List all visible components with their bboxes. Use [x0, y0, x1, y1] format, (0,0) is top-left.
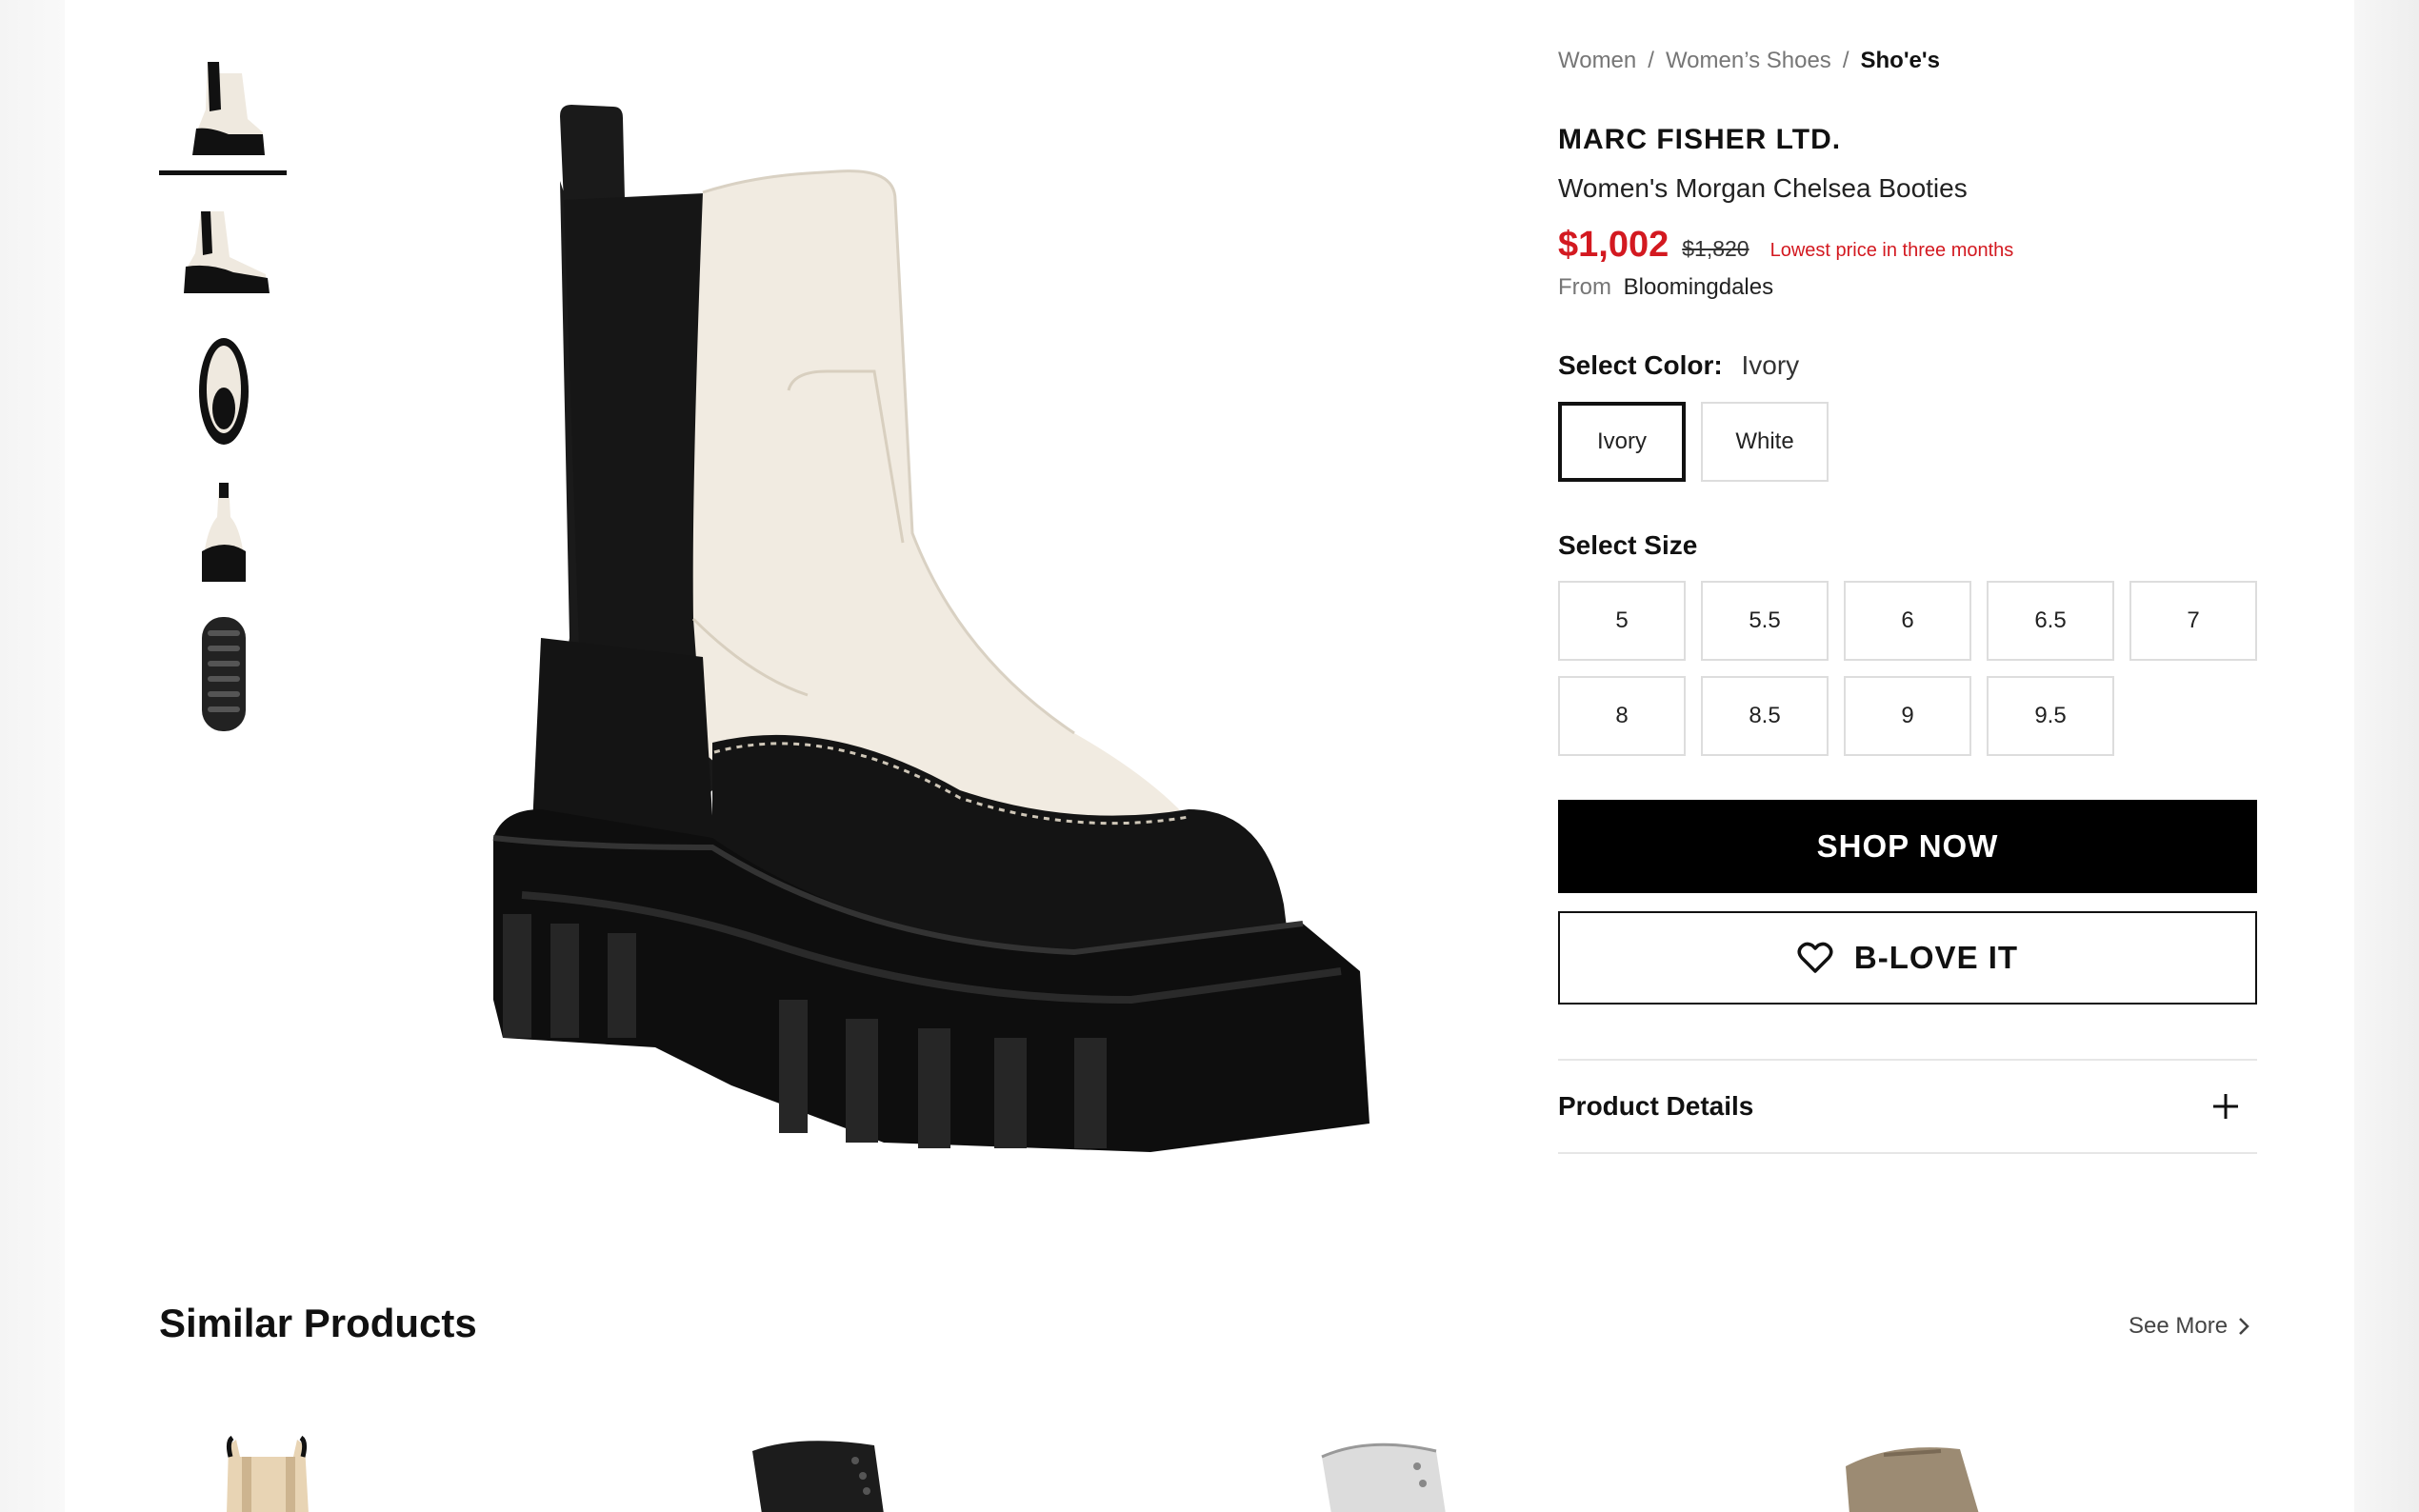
similar-product-2-image[interactable] [741, 1428, 950, 1512]
size-option-5[interactable]: 5 [1558, 581, 1686, 661]
sale-price: $1,002 [1558, 225, 1669, 265]
similar-product-3-image[interactable] [1293, 1428, 1503, 1512]
color-label-text: Select Color: [1558, 350, 1723, 380]
color-selector-label: Select Color: Ivory [1558, 350, 1799, 381]
from-label: From [1558, 274, 1611, 300]
heart-icon [1797, 942, 1833, 973]
similar-product-4-image[interactable] [1827, 1428, 2036, 1512]
retailer-name: Bloomingdales [1623, 274, 1774, 300]
breadcrumb: Women / Women’s Shoes / Sho'e's [1558, 48, 1940, 74]
breadcrumb-womens-shoes[interactable]: Women’s Shoes [1666, 48, 1831, 73]
retailer-row: From Bloomingdales [1558, 274, 1773, 301]
size-option-9-5[interactable]: 9.5 [1987, 676, 2114, 756]
see-more-link[interactable]: See More [2129, 1313, 2250, 1340]
breadcrumb-women[interactable]: Women [1558, 48, 1636, 73]
size-option-9[interactable]: 9 [1844, 676, 1971, 756]
thumbnail-3[interactable] [159, 329, 289, 453]
product-quickview-modal: Women / Women’s Shoes / Sho'e's MARC FISHER … [65, 0, 2354, 1512]
size-option-8-5[interactable]: 8.5 [1701, 676, 1829, 756]
size-option-8[interactable]: 8 [1558, 676, 1686, 756]
price-row: $1,002 $1,820 Lowest price in three mont… [1558, 225, 2013, 266]
breadcrumb-current: Sho'e's [1860, 48, 1940, 73]
color-option-ivory[interactable]: Ivory [1558, 402, 1686, 482]
product-details-accordion[interactable]: Product Details [1558, 1059, 2257, 1154]
thumbnail-4[interactable] [159, 470, 289, 594]
see-more-label: See More [2129, 1313, 2229, 1339]
breadcrumb-separator: / [1842, 48, 1849, 73]
size-option-7[interactable]: 7 [2129, 581, 2257, 661]
thumbnail-5[interactable] [159, 611, 289, 735]
b-love-it-label: B-LOVE IT [1853, 940, 2019, 975]
price-note: Lowest price in three months [1769, 240, 2014, 261]
color-option-white[interactable]: White [1701, 402, 1829, 482]
page-backdrop-right [2354, 0, 2419, 1512]
main-product-image [465, 86, 1455, 1171]
similar-products-title: Similar Products [159, 1301, 477, 1345]
thumbnail-1[interactable] [159, 48, 289, 175]
breadcrumb-separator: / [1648, 48, 1654, 73]
product-brand: MARC FISHER LTD. [1558, 124, 1842, 155]
size-option-6-5[interactable]: 6.5 [1987, 581, 2114, 661]
product-details-label: Product Details [1558, 1091, 1754, 1121]
similar-product-1-image[interactable] [217, 1428, 427, 1512]
product-name: Women's Morgan Chelsea Booties [1558, 173, 1968, 203]
original-price: $1,820 [1682, 236, 1749, 261]
size-selector-label: Select Size [1558, 530, 1698, 560]
close-icon [2352, 25, 2354, 67]
shop-now-label: SHOP NOW [1816, 828, 1999, 864]
b-love-it-button[interactable]: B-LOVE IT [1558, 911, 2257, 1005]
page-backdrop-left [0, 0, 65, 1512]
shop-now-button[interactable]: SHOP NOW [1558, 800, 2257, 893]
size-option-6[interactable]: 6 [1844, 581, 1971, 661]
close-button[interactable] [2352, 25, 2354, 67]
thumbnail-2[interactable] [159, 189, 289, 312]
chevron-right-icon [2239, 1318, 2249, 1335]
selected-color-value: Ivory [1741, 350, 1800, 380]
plus-icon [2213, 1094, 2238, 1119]
size-option-5-5[interactable]: 5.5 [1701, 581, 1829, 661]
